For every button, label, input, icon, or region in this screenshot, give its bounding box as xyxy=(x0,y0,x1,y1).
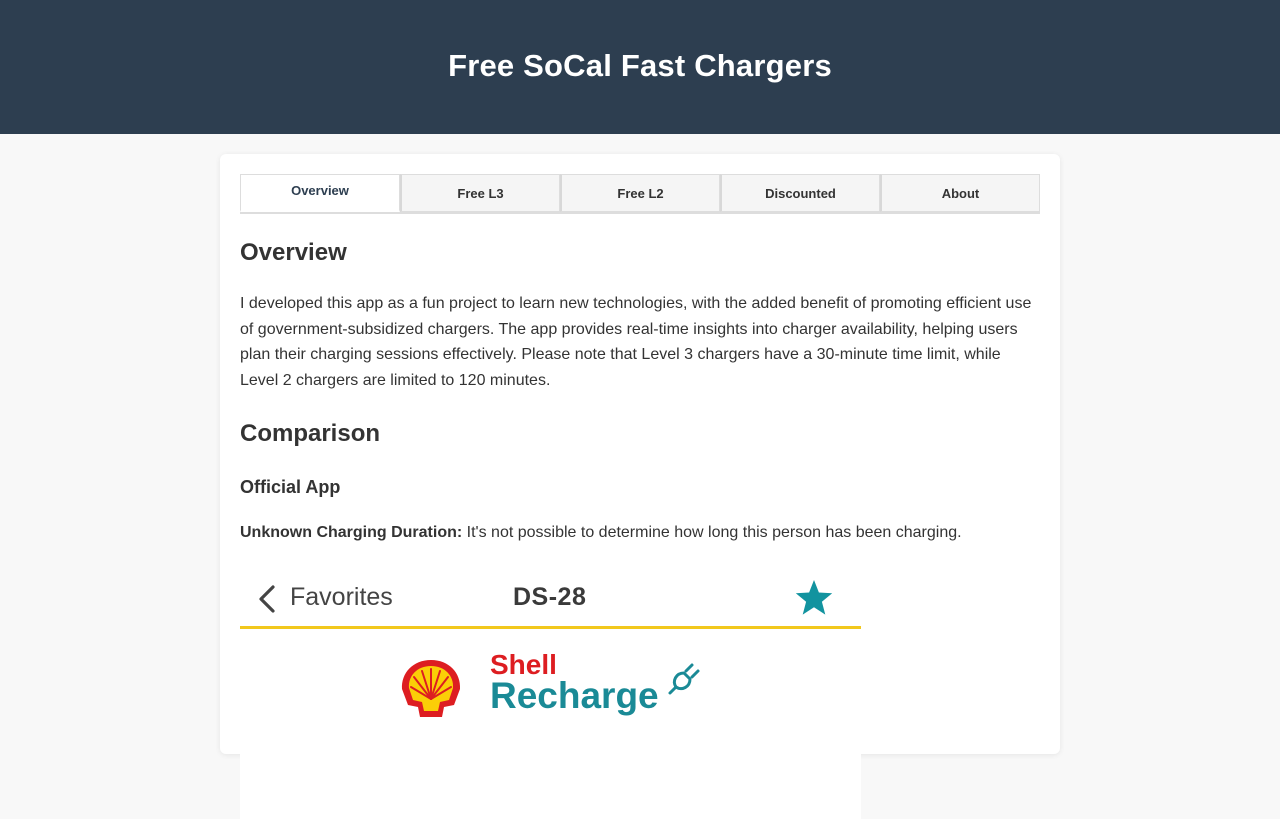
duration-label: Unknown Charging Duration: xyxy=(240,524,463,541)
duration-note: Unknown Charging Duration: It's not poss… xyxy=(240,524,962,542)
favorites-label: Favorites xyxy=(290,583,393,611)
main-card: Overview Free L3 Free L2 Discounted Abou… xyxy=(220,154,1060,819)
plug-icon xyxy=(668,663,700,695)
tab-free-l3[interactable]: Free L3 xyxy=(400,174,560,212)
tab-free-l2[interactable]: Free L2 xyxy=(560,174,720,212)
overview-heading: Overview xyxy=(240,239,347,266)
star-icon xyxy=(795,580,833,615)
tab-free-l2-label: Free L2 xyxy=(617,185,664,201)
page-title: Free SoCal Fast Chargers xyxy=(448,48,832,83)
shell-emblem-icon xyxy=(401,660,461,717)
brand-recharge-text: Recharge xyxy=(490,675,659,716)
tab-about-label: About xyxy=(941,185,980,201)
app-nav-bar: Favorites DS-28 xyxy=(240,569,861,629)
shell-recharge-logo: Shell Recharge xyxy=(398,651,718,727)
tab-discounted-label: Discounted xyxy=(765,185,836,201)
official-app-screenshot: Favorites DS-28 Shell Recharge xyxy=(240,569,861,819)
tab-overview-label: Overview xyxy=(291,183,349,198)
brand-wordmark: Shell Recharge xyxy=(490,651,659,716)
tab-discounted[interactable]: Discounted xyxy=(720,174,880,212)
comparison-heading: Comparison xyxy=(240,420,381,447)
chevron-left-icon xyxy=(259,585,275,613)
tab-bar: Overview Free L3 Free L2 Discounted Abou… xyxy=(240,174,1040,214)
page-header: Free SoCal Fast Chargers xyxy=(0,0,1280,134)
tab-about[interactable]: About xyxy=(880,174,1040,212)
tab-overview[interactable]: Overview xyxy=(240,174,400,212)
overview-paragraph: I developed this app as a fun project to… xyxy=(240,295,1032,390)
station-id: DS-28 xyxy=(513,583,587,611)
official-app-heading: Official App xyxy=(240,477,341,497)
tab-free-l3-label: Free L3 xyxy=(457,185,504,201)
duration-description: It's not possible to determine how long … xyxy=(462,524,962,541)
